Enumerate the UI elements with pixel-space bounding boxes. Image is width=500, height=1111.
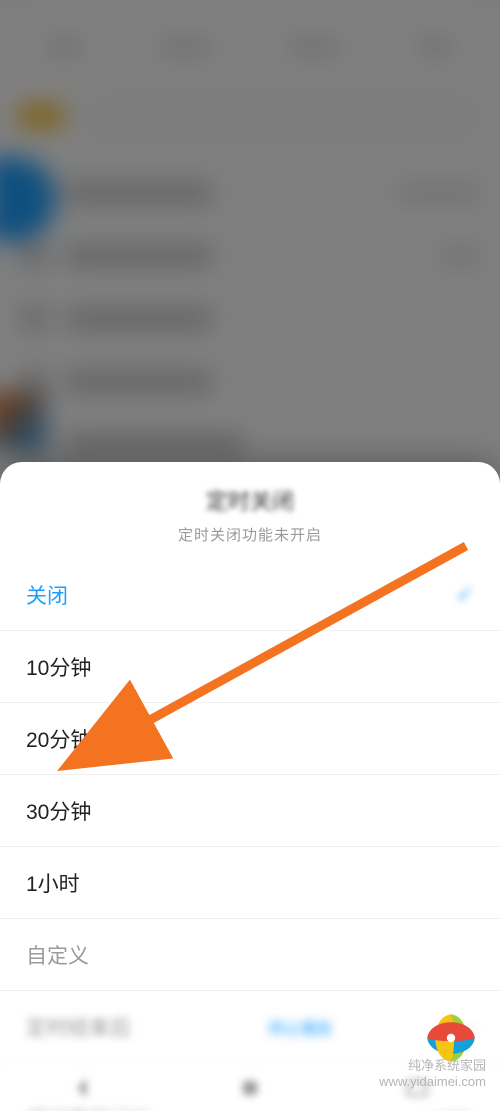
option-label: 20分钟 bbox=[26, 724, 91, 754]
timer-sheet: 定时关闭 定时关闭功能未开启 关闭 ✓ 10分钟 20分钟 30分钟 1小时 自… bbox=[0, 462, 500, 1111]
option-label: 10分钟 bbox=[26, 652, 91, 682]
nav-recent-icon[interactable] bbox=[403, 1074, 431, 1102]
sheet-title: 定时关闭 bbox=[0, 484, 500, 516]
option-value: 停止播放 bbox=[268, 1015, 332, 1039]
option-1hr[interactable]: 1小时 bbox=[0, 847, 500, 919]
check-icon: ✓ bbox=[456, 582, 474, 608]
option-20min[interactable]: 20分钟 bbox=[0, 703, 500, 775]
option-after-end[interactable]: 定时结束后 停止播放 › bbox=[0, 991, 500, 1063]
option-label: 关闭 bbox=[26, 580, 68, 610]
option-custom[interactable]: 自定义 bbox=[0, 919, 500, 991]
sheet-subtitle: 定时关闭功能未开启 bbox=[0, 524, 500, 545]
timer-options-list: 关闭 ✓ 10分钟 20分钟 30分钟 1小时 自定义 定时结束后 停止播放 ›… bbox=[0, 559, 500, 1111]
system-nav-bar bbox=[0, 1065, 500, 1111]
nav-back-icon[interactable] bbox=[69, 1074, 97, 1102]
option-10min[interactable]: 10分钟 bbox=[0, 631, 500, 703]
nav-home-icon[interactable] bbox=[236, 1074, 264, 1102]
option-30min[interactable]: 30分钟 bbox=[0, 775, 500, 847]
option-label: 自定义 bbox=[26, 940, 89, 970]
option-label: 定时结束后 bbox=[26, 1012, 131, 1042]
option-label: 30分钟 bbox=[26, 796, 91, 826]
chevron-right-icon: › bbox=[469, 1018, 474, 1036]
option-off[interactable]: 关闭 ✓ bbox=[0, 559, 500, 631]
option-label: 1小时 bbox=[26, 868, 80, 898]
